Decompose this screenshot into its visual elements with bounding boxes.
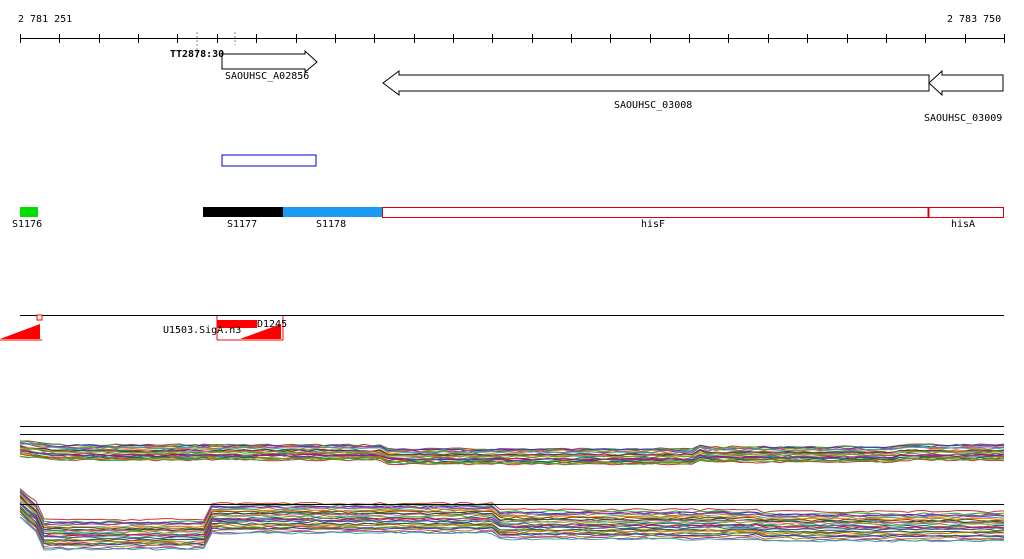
gene-arrow-saouhsc-03009[interactable] <box>928 69 1004 97</box>
expression-track-2 <box>19 488 1005 551</box>
region-s1177[interactable] <box>203 207 283 217</box>
region-s1176[interactable] <box>20 207 38 217</box>
coordinate-ruler <box>20 34 1005 43</box>
tss-marker-label: TT2878:30 <box>170 49 225 60</box>
gene-label-saouhsc-03009: SAOUHSC_03009 <box>924 113 1003 124</box>
gene-label-saouhsc-03008: SAOUHSC_03008 <box>614 100 693 111</box>
highlight-box[interactable] <box>221 154 317 167</box>
signal-track <box>0 314 1004 341</box>
signal-peak-left[interactable] <box>0 324 40 339</box>
ruler-start-label: 2 781 251 <box>18 14 73 25</box>
signal-label-u1503: U1503.SigA.n3 <box>163 325 242 336</box>
region-label-hisa: hisA <box>951 219 976 230</box>
region-label-s1178: S1178 <box>316 219 347 230</box>
gene-arrow-saouhsc-a02856[interactable] <box>221 49 318 74</box>
region-label-s1177: S1177 <box>227 219 258 230</box>
gene-label-saouhsc-a02856: SAOUHSC_A02856 <box>225 71 310 82</box>
gene-annotation-track <box>221 49 1004 97</box>
expression-lines-2 <box>19 488 1005 551</box>
gene-arrow-saouhsc-03008[interactable] <box>382 70 930 96</box>
region-s1178[interactable] <box>283 207 382 217</box>
signal-label-d1245: D1245 <box>257 319 288 330</box>
ruler-end-label: 2 783 750 <box>947 14 1002 25</box>
expression-lines-1 <box>19 440 1005 466</box>
genome-browser-view: 2 781 251 2 783 750 TT2878:30 SAOUHSC_A0… <box>0 0 1024 559</box>
genome-track-canvas <box>0 32 1005 551</box>
region-hisf[interactable] <box>382 207 929 218</box>
region-label-hisf: hisF <box>641 219 666 230</box>
segment-track <box>20 207 1004 218</box>
region-label-s1176: S1176 <box>12 219 43 230</box>
region-hisa[interactable] <box>928 207 1004 218</box>
expression-track-1 <box>19 426 1005 466</box>
